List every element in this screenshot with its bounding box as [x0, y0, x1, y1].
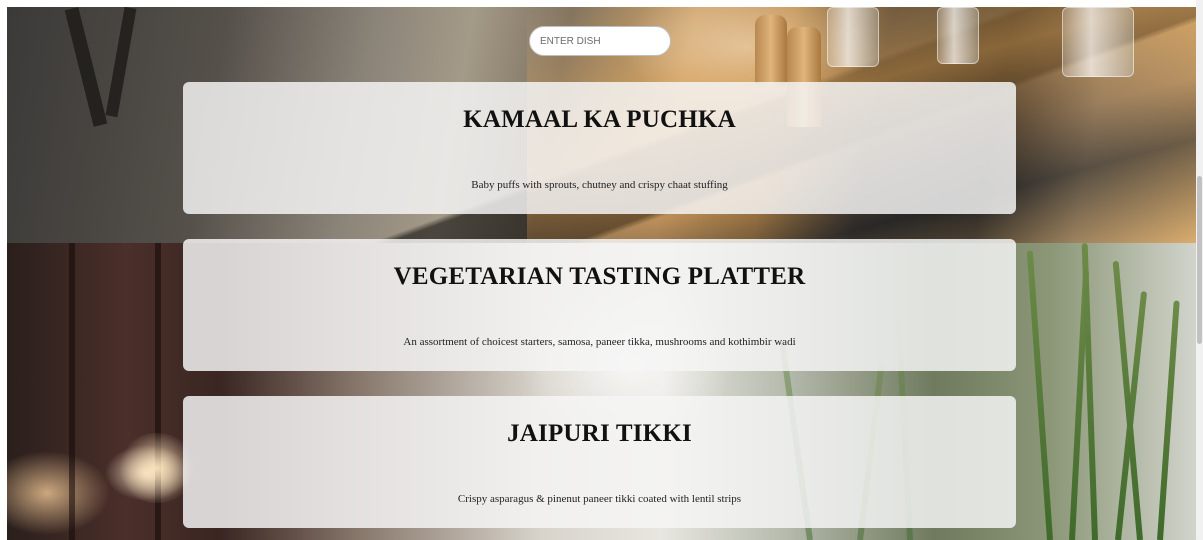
- dish-card[interactable]: KAMAAL KA PUCHKA Baby puffs with sprouts…: [183, 82, 1016, 214]
- plant-leaf: [1081, 243, 1098, 540]
- chair-leg: [64, 7, 108, 127]
- chair-leg: [105, 7, 137, 118]
- water-glass: [937, 7, 979, 64]
- dish-name: KAMAAL KA PUCHKA: [463, 106, 736, 133]
- plant-leaf: [1112, 260, 1143, 540]
- dish-description: An assortment of choicest starters, samo…: [403, 336, 796, 348]
- window-frame: [69, 243, 75, 540]
- dish-description: Baby puffs with sprouts, chutney and cri…: [471, 179, 728, 191]
- menu-page: KAMAAL KA PUCHKA Baby puffs with sprouts…: [7, 7, 1196, 540]
- water-glass: [1062, 7, 1134, 77]
- dish-description: Crispy asparagus & pinenut paneer tikki …: [457, 493, 742, 505]
- plant-leaf: [1026, 250, 1053, 540]
- dish-search-input[interactable]: [529, 26, 671, 56]
- dish-name: JAIPURI TIKKI: [507, 420, 692, 447]
- dish-card[interactable]: JAIPURI TIKKI Crispy asparagus & pinenut…: [183, 396, 1016, 528]
- water-glass: [827, 7, 879, 67]
- salt-shaker: [755, 15, 787, 85]
- scrollbar-thumb[interactable]: [1197, 176, 1202, 344]
- dish-card[interactable]: VEGETARIAN TASTING PLATTER An assortment…: [183, 239, 1016, 371]
- dish-name: VEGETARIAN TASTING PLATTER: [393, 263, 806, 290]
- plant-leaf: [1157, 300, 1180, 540]
